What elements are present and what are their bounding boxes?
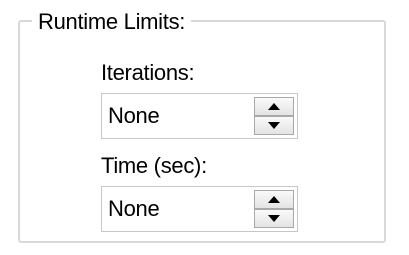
iterations-decrement-button[interactable] xyxy=(254,116,294,135)
iterations-spinner[interactable]: None xyxy=(101,93,298,139)
iterations-increment-button[interactable] xyxy=(254,97,294,116)
time-increment-button[interactable] xyxy=(254,190,294,209)
runtime-limits-panel: Runtime Limits: Iterations: None Time (s… xyxy=(0,0,409,255)
time-decrement-button[interactable] xyxy=(254,209,294,228)
iterations-value[interactable]: None xyxy=(108,102,160,130)
iterations-spin-buttons xyxy=(254,97,294,135)
iterations-label: Iterations: xyxy=(101,60,195,85)
runtime-limits-title: Runtime Limits: xyxy=(32,9,192,35)
time-spin-buttons xyxy=(254,190,294,228)
time-label: Time (sec): xyxy=(101,153,207,178)
arrow-down-icon xyxy=(268,122,280,129)
arrow-up-icon xyxy=(268,103,280,110)
time-spinner[interactable]: None xyxy=(101,186,298,232)
time-value[interactable]: None xyxy=(108,195,160,223)
arrow-down-icon xyxy=(268,215,280,222)
arrow-up-icon xyxy=(268,196,280,203)
